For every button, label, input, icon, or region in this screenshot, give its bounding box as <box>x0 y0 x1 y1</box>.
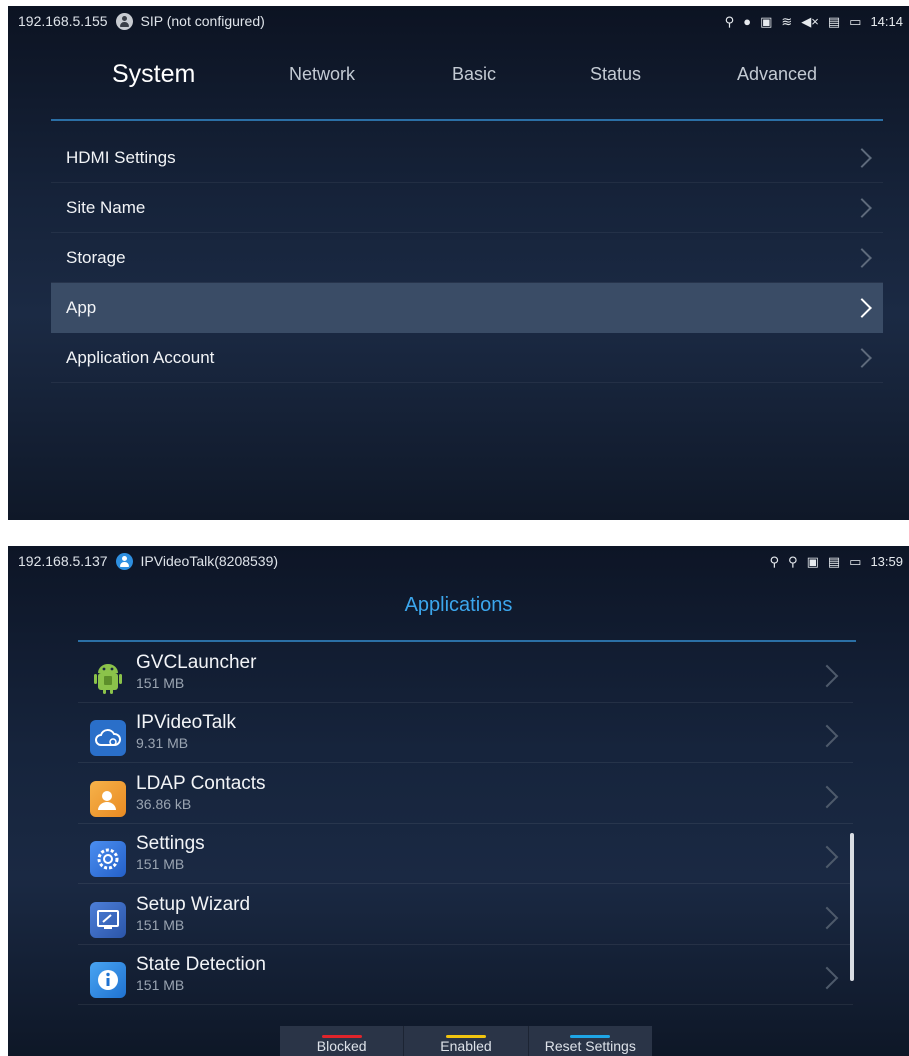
menu-item-storage[interactable]: Storage <box>51 233 883 283</box>
app-row-settings[interactable]: Settings 151 MB <box>78 824 853 884</box>
clock: 14:14 <box>870 13 903 29</box>
tab-network[interactable]: Network <box>289 64 355 85</box>
account-icon <box>115 552 133 570</box>
chevron-right-icon <box>852 197 872 218</box>
app-row-state-detection[interactable]: State Detection 151 MB <box>78 945 853 1005</box>
menu-item-label: HDMI Settings <box>66 147 176 167</box>
app-size: 151 MB <box>136 674 185 691</box>
chevron-right-icon <box>852 347 872 368</box>
usb-icon: ⚲ <box>788 553 798 569</box>
app-size: 9.31 MB <box>136 735 189 752</box>
enabled-label: Enabled <box>440 1038 492 1054</box>
reset-settings-button[interactable]: Reset Settings <box>529 1026 652 1056</box>
display-icon: ▣ <box>806 553 819 569</box>
applications-screen: 192.168.5.137 IPVideoTalk(8208539) ⚲ ⚲ ▣… <box>8 546 909 1056</box>
settings-gear-icon <box>90 841 126 878</box>
ip-address: 192.168.5.137 <box>18 553 108 569</box>
app-row-ipvideotalk[interactable]: IPVideoTalk 9.31 MB <box>78 703 853 763</box>
menu-item-site-name[interactable]: Site Name <box>51 183 883 233</box>
applications-list: GVCLauncher 151 MB IPVideoTalk 9.31 MB L… <box>78 642 853 1005</box>
list-scrollbar[interactable] <box>850 833 854 981</box>
app-size: 151 MB <box>136 977 185 994</box>
sd-card-icon: ▤ <box>827 13 841 29</box>
ip-address: 192.168.5.155 <box>18 13 108 29</box>
bottom-action-bar: Blocked Enabled Reset Settings <box>280 1026 652 1056</box>
chevron-right-icon <box>852 147 872 168</box>
usb-icon: ⚲ <box>724 13 735 29</box>
app-row-gvclauncher[interactable]: GVCLauncher 151 MB <box>78 642 853 703</box>
page-title: Applications <box>404 594 513 616</box>
chevron-right-icon <box>815 664 839 688</box>
app-name: Setup Wizard <box>136 893 251 915</box>
tab-underline <box>51 119 883 121</box>
record-icon: ● <box>743 13 752 29</box>
status-bar: 192.168.5.137 IPVideoTalk(8208539) ⚲ ⚲ ▣… <box>8 546 909 576</box>
app-name: Settings <box>136 833 205 855</box>
chevron-right-icon <box>815 724 839 748</box>
monitor-icon: ▭ <box>849 553 862 569</box>
settings-tabs: System Network Basic Status Advanced <box>8 60 909 108</box>
chevron-right-icon <box>815 906 839 930</box>
tab-system[interactable]: System <box>112 60 195 89</box>
enabled-button[interactable]: Enabled <box>404 1026 529 1056</box>
blocked-button[interactable]: Blocked <box>280 1026 405 1056</box>
chevron-right-icon <box>815 845 839 869</box>
account-icon <box>115 12 133 30</box>
no-signal-icon: ▭ <box>849 13 862 29</box>
blocked-label: Blocked <box>316 1038 367 1054</box>
wizard-icon <box>90 901 126 938</box>
menu-item-label: Application Account <box>66 347 215 367</box>
display-icon: ▣ <box>760 13 773 29</box>
yellow-key-indicator <box>445 1035 486 1038</box>
mute-icon: ◀× <box>801 13 819 29</box>
menu-item-hdmi-settings[interactable]: HDMI Settings <box>51 133 883 183</box>
account-status: IPVideoTalk(8208539) <box>140 553 279 569</box>
tab-basic[interactable]: Basic <box>452 64 496 85</box>
menu-item-label: Site Name <box>66 197 146 217</box>
sd-card-icon: ▤ <box>827 553 841 569</box>
app-name: GVCLauncher <box>136 651 257 673</box>
wifi-icon: ≋ <box>781 13 793 29</box>
chevron-right-icon <box>852 298 872 318</box>
app-name: State Detection <box>136 954 266 976</box>
info-icon <box>90 962 126 999</box>
chevron-right-icon <box>815 966 839 990</box>
app-row-setup-wizard[interactable]: Setup Wizard 151 MB <box>78 884 853 945</box>
chevron-right-icon <box>852 247 872 268</box>
status-icons: ⚲ ⚲ ▣ ▤ ▭ 13:59 <box>770 546 904 576</box>
app-name: LDAP Contacts <box>136 772 266 794</box>
cloud-icon <box>90 720 126 757</box>
status-bar: 192.168.5.155 SIP (not configured) ⚲ ● ▣… <box>8 6 909 36</box>
app-name: IPVideoTalk <box>136 712 236 734</box>
blue-key-indicator <box>570 1035 611 1038</box>
chevron-right-icon <box>815 785 839 809</box>
menu-item-app[interactable]: App <box>51 283 883 333</box>
menu-item-label: Storage <box>66 247 126 267</box>
app-row-ldap-contacts[interactable]: LDAP Contacts 36.86 kB <box>78 763 853 824</box>
android-icon <box>90 660 126 696</box>
menu-item-label: App <box>66 298 97 317</box>
clock: 13:59 <box>870 553 903 569</box>
tab-status[interactable]: Status <box>590 64 641 85</box>
usb-icon: ⚲ <box>769 553 780 569</box>
red-key-indicator <box>321 1035 362 1038</box>
app-size: 36.86 kB <box>136 795 192 812</box>
tab-advanced[interactable]: Advanced <box>737 64 817 85</box>
menu-item-application-account[interactable]: Application Account <box>51 333 883 383</box>
contacts-icon <box>90 780 126 817</box>
status-icons: ⚲ ● ▣ ≋ ◀× ▤ ▭ 14:14 <box>725 6 903 36</box>
app-size: 151 MB <box>136 916 185 933</box>
app-size: 151 MB <box>136 856 185 873</box>
account-status: SIP (not configured) <box>140 13 265 29</box>
settings-system-screen: 192.168.5.155 SIP (not configured) ⚲ ● ▣… <box>8 6 909 520</box>
system-menu: HDMI Settings Site Name Storage App Appl… <box>51 133 883 383</box>
reset-settings-label: Reset Settings <box>544 1038 636 1054</box>
